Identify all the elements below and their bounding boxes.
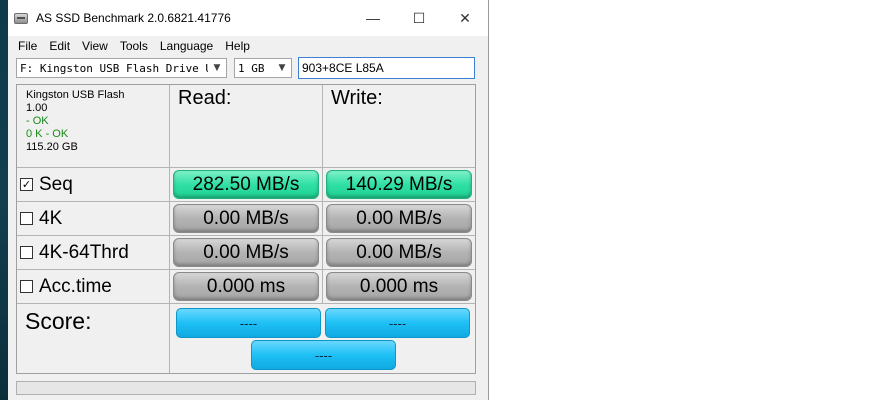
checkbox[interactable]	[20, 246, 33, 259]
menu-file[interactable]: File	[12, 39, 43, 53]
4k64-read-result: 0.00 MB/s	[173, 238, 319, 267]
acc-write-result: 0.000 ms	[326, 272, 472, 301]
read-cell: 0.00 MB/s	[170, 202, 323, 235]
size-select[interactable]: 1 GB ▼	[234, 58, 292, 78]
window-title: AS SSD Benchmark 2.0.6821.41776	[36, 11, 231, 25]
menu-language[interactable]: Language	[154, 39, 219, 53]
size-select-value: 1 GB	[238, 61, 265, 75]
test-label-cell: Acc.time	[17, 270, 170, 303]
seq-write-result: 140.29 MB/s	[326, 170, 472, 199]
name-input[interactable]: 903+8CE L85A	[298, 57, 475, 79]
checkbox[interactable]	[20, 280, 33, 293]
maximize-button[interactable]: ☐	[396, 0, 442, 36]
read-cell: 282.50 MB/s	[170, 168, 323, 201]
test-row-4k-64thrd: 4K-64Thrd 0.00 MB/s 0.00 MB/s	[17, 236, 475, 270]
window-controls: — ☐ ✕	[350, 0, 488, 36]
read-header: Read:	[170, 85, 323, 167]
test-label-cell: 4K	[17, 202, 170, 235]
seq-checkbox-label[interactable]: ✓ Seq	[17, 168, 169, 201]
test-label: Seq	[39, 173, 73, 195]
toolbar: F: Kingston USB Flash Drive USB D ▼ 1 GB…	[8, 56, 488, 82]
drive-version: 1.00	[26, 102, 48, 114]
desktop-background	[0, 0, 8, 400]
checkbox[interactable]	[20, 212, 33, 225]
read-cell: 0.00 MB/s	[170, 236, 323, 269]
drive-name: Kingston USB Flash	[26, 89, 125, 101]
score-read: ----	[176, 308, 321, 338]
seq-read-result: 282.50 MB/s	[173, 170, 319, 199]
score-write: ----	[325, 308, 470, 338]
test-row-4k: 4K 0.00 MB/s 0.00 MB/s	[17, 202, 475, 236]
test-label: Acc.time	[39, 275, 112, 297]
menu-help[interactable]: Help	[219, 39, 256, 53]
score-label-cell: Score:	[17, 304, 170, 373]
acc-read-result: 0.000 ms	[173, 272, 319, 301]
drive-size: 115.20 GB	[26, 141, 78, 153]
4k64-checkbox-label[interactable]: 4K-64Thrd	[17, 236, 169, 269]
checkbox[interactable]: ✓	[20, 178, 33, 191]
progress-bar	[16, 381, 476, 395]
drive-info: Kingston USB Flash 1.00 - OK 0 K - OK 11…	[17, 85, 170, 167]
score-area: ---- ---- ----	[170, 304, 475, 373]
write-header: Write:	[331, 87, 383, 109]
test-label-cell: 4K-64Thrd	[17, 236, 170, 269]
acc-checkbox-label[interactable]: Acc.time	[17, 270, 169, 303]
benchmark-grid: Kingston USB Flash 1.00 - OK 0 K - OK 11…	[16, 84, 476, 374]
header-row: Kingston USB Flash 1.00 - OK 0 K - OK 11…	[17, 85, 475, 168]
drive-select-value: F: Kingston USB Flash Drive USB D	[20, 61, 208, 75]
app-window: AS SSD Benchmark 2.0.6821.41776 — ☐ ✕ Fi…	[8, 0, 489, 400]
menu-tools[interactable]: Tools	[114, 39, 154, 53]
4k-checkbox-label[interactable]: 4K	[17, 202, 169, 235]
4k64-write-result: 0.00 MB/s	[326, 238, 472, 267]
test-row-seq: ✓ Seq 282.50 MB/s 140.29 MB/s	[17, 168, 475, 202]
write-cell: 0.000 ms	[323, 270, 475, 303]
minimize-button[interactable]: —	[350, 0, 396, 36]
chevron-down-icon: ▼	[213, 63, 221, 73]
score-total: ----	[251, 340, 396, 370]
chevron-down-icon: ▼	[278, 63, 286, 73]
menu-bar: File Edit View Tools Language Help	[8, 36, 488, 56]
menu-edit[interactable]: Edit	[43, 39, 76, 53]
close-button[interactable]: ✕	[442, 0, 488, 36]
write-cell: 0.00 MB/s	[323, 202, 475, 235]
drive-status-1: - OK	[26, 115, 49, 127]
test-label: 4K	[39, 207, 63, 229]
drive-icon	[14, 12, 28, 24]
test-label-cell: ✓ Seq	[17, 168, 170, 201]
menu-view[interactable]: View	[76, 39, 114, 53]
4k-read-result: 0.00 MB/s	[173, 204, 319, 233]
drive-status-2: 0 K - OK	[26, 128, 69, 140]
drive-select[interactable]: F: Kingston USB Flash Drive USB D ▼	[16, 58, 227, 78]
4k-write-result: 0.00 MB/s	[326, 204, 472, 233]
score-row: Score: ---- ---- ----	[17, 304, 475, 373]
test-label: 4K-64Thrd	[39, 241, 129, 263]
test-row-acc-time: Acc.time 0.000 ms 0.000 ms	[17, 270, 475, 304]
write-cell: 0.00 MB/s	[323, 236, 475, 269]
score-label: Score:	[25, 308, 92, 334]
title-bar: AS SSD Benchmark 2.0.6821.41776 — ☐ ✕	[8, 0, 488, 36]
read-cell: 0.000 ms	[170, 270, 323, 303]
write-cell: 140.29 MB/s	[323, 168, 475, 201]
